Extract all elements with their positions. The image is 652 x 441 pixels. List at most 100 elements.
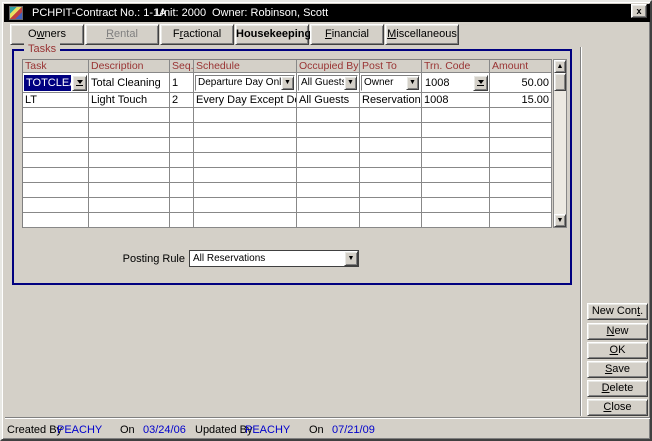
occupied-by-dropdown[interactable]: All Guests▼	[297, 73, 360, 93]
table-empty-cell	[422, 123, 490, 138]
table-empty-cell	[194, 183, 297, 198]
scroll-up-icon[interactable]: ▲	[554, 60, 566, 73]
table-empty-cell	[89, 108, 170, 123]
task-code-cell[interactable]: LT	[23, 93, 89, 108]
posting-rule-dropdown[interactable]: All Reservations ▼	[189, 250, 359, 267]
table-empty-cell	[194, 168, 297, 183]
schedule-cell[interactable]: Every Day Except Depart	[194, 93, 297, 108]
table-empty-cell	[490, 198, 552, 213]
description-cell[interactable]: Light Touch	[89, 93, 170, 108]
task-lov-icon[interactable]	[72, 75, 87, 91]
updated-by-label: Updated By	[195, 424, 252, 436]
table-empty-cell	[23, 123, 89, 138]
table-empty-cell	[360, 153, 422, 168]
table-empty-cell	[170, 123, 194, 138]
table-empty-cell	[89, 123, 170, 138]
created-on-value: 03/24/06	[143, 424, 186, 436]
close-button[interactable]: Close	[587, 399, 648, 416]
table-empty-cell	[194, 153, 297, 168]
chevron-down-icon[interactable]: ▼	[344, 76, 357, 90]
tab-fractional[interactable]: Fractional	[160, 24, 234, 45]
table-empty-cell	[297, 138, 360, 153]
chevron-down-icon[interactable]: ▼	[406, 76, 419, 90]
delete-button[interactable]: Delete	[587, 380, 648, 397]
seq-cell[interactable]: 2	[170, 93, 194, 108]
app-icon	[9, 6, 23, 20]
col-header-schedule: Schedule	[194, 60, 297, 73]
table-empty-cell	[422, 213, 490, 228]
post-to-dropdown[interactable]: Owner▼	[360, 73, 422, 93]
table-empty-cell	[89, 153, 170, 168]
table-empty-cell	[422, 183, 490, 198]
contract-window: PCHPIT-Contract No.: 1-1A Unit: 2000 Own…	[0, 0, 652, 441]
col-header-task: Task	[23, 60, 89, 73]
tab-financial[interactable]: Financial	[310, 24, 384, 45]
col-header-post-to: Post To	[360, 60, 422, 73]
scrollbar-thumb[interactable]	[554, 73, 566, 91]
tab-housekeeping[interactable]: Housekeeping	[235, 24, 309, 45]
table-empty-cell	[297, 153, 360, 168]
table-empty-cell	[297, 123, 360, 138]
task-code-selected-text: TOTCLEAN	[24, 75, 71, 91]
table-empty-cell	[360, 213, 422, 228]
table-empty-cell	[194, 198, 297, 213]
table-empty-cell	[297, 183, 360, 198]
table-empty-cell	[297, 168, 360, 183]
table-empty-cell	[23, 213, 89, 228]
col-header-description: Description	[89, 60, 170, 73]
table-empty-cell	[490, 168, 552, 183]
table-empty-cell	[297, 108, 360, 123]
seq-field[interactable]: 1	[170, 73, 194, 93]
description-field[interactable]: Total Cleaning	[89, 73, 170, 93]
owner-label: Owner: Robinson, Scott	[212, 7, 328, 19]
task-code-field[interactable]: TOTCLEAN	[23, 73, 89, 93]
chevron-down-icon[interactable]: ▼	[281, 76, 294, 90]
table-empty-cell	[360, 138, 422, 153]
table-empty-cell	[23, 183, 89, 198]
new-button[interactable]: New	[587, 323, 648, 340]
tab-rental[interactable]: Rental	[85, 24, 159, 45]
table-empty-cell	[360, 168, 422, 183]
tab-owners[interactable]: Owners	[10, 24, 84, 45]
table-empty-cell	[360, 198, 422, 213]
amount-field[interactable]: 50.00	[490, 73, 552, 93]
trn-code-lov-icon[interactable]	[473, 75, 488, 91]
schedule-dropdown[interactable]: Departure Day Only▼	[194, 73, 297, 93]
tab-miscellaneous[interactable]: Miscellaneous	[385, 24, 459, 45]
tasks-grid: Task Description Seq. Schedule Occupied …	[22, 59, 552, 228]
table-empty-cell	[422, 108, 490, 123]
table-empty-cell	[89, 183, 170, 198]
new-cont-button[interactable]: New Cont.	[587, 303, 648, 320]
status-separator	[5, 417, 651, 419]
table-empty-cell	[422, 153, 490, 168]
table-empty-cell	[490, 108, 552, 123]
amount-cell[interactable]: 15.00	[490, 93, 552, 108]
table-empty-cell	[194, 138, 297, 153]
table-empty-cell	[297, 213, 360, 228]
table-empty-cell	[170, 168, 194, 183]
table-empty-cell	[360, 108, 422, 123]
post-to-cell[interactable]: Reservation	[360, 93, 422, 108]
window-title: PCHPIT-Contract No.: 1-1A	[32, 7, 167, 19]
table-empty-cell	[170, 153, 194, 168]
table-empty-cell	[422, 168, 490, 183]
save-button[interactable]: Save	[587, 361, 648, 378]
table-empty-cell	[170, 108, 194, 123]
tasks-table: Task Description Seq. Schedule Occupied …	[22, 59, 567, 228]
table-scrollbar[interactable]: ▲ ▼	[553, 59, 567, 228]
tasks-legend: Tasks	[24, 43, 60, 56]
panel-divider	[580, 47, 582, 416]
table-empty-cell	[23, 108, 89, 123]
chevron-down-icon[interactable]: ▼	[344, 251, 358, 266]
table-empty-cell	[89, 138, 170, 153]
updated-on-label: On	[309, 424, 324, 436]
trn-code-cell[interactable]: 1008	[422, 93, 490, 108]
table-empty-cell	[170, 213, 194, 228]
trn-code-field[interactable]: 1008	[422, 73, 490, 93]
col-header-amount: Amount	[490, 60, 552, 73]
close-icon[interactable]: x	[631, 4, 647, 18]
occupied-by-cell[interactable]: All Guests	[297, 93, 360, 108]
ok-button[interactable]: OK	[587, 342, 648, 359]
title-bar: PCHPIT-Contract No.: 1-1A Unit: 2000 Own…	[4, 4, 650, 22]
scroll-down-icon[interactable]: ▼	[554, 214, 566, 227]
